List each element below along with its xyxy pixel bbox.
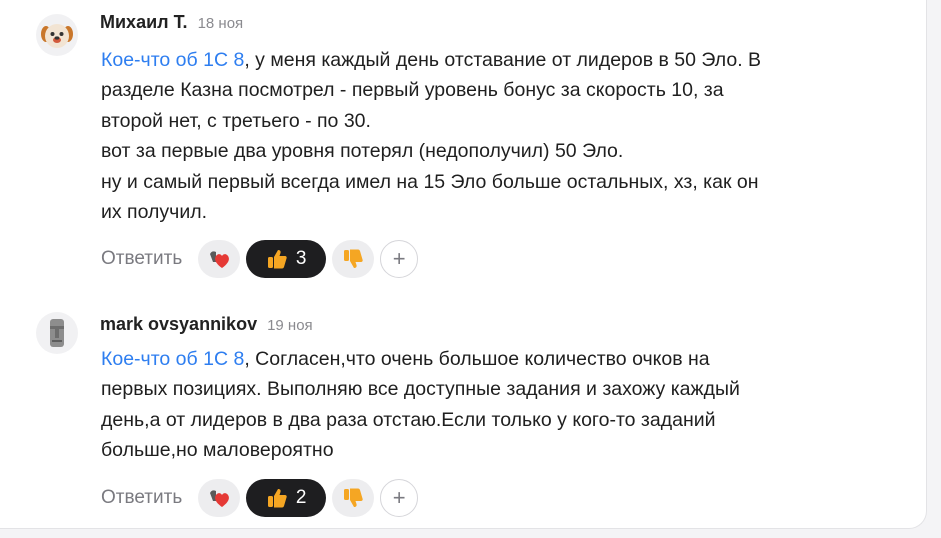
comment-author[interactable]: mark ovsyannikov 19 ноя xyxy=(100,314,313,335)
comment-author[interactable]: Михаил Т. 18 ноя xyxy=(100,12,243,33)
thumbs-up-icon xyxy=(267,250,287,269)
thumbs-down-icon xyxy=(344,488,363,507)
thumbs-down-icon xyxy=(344,249,363,268)
heart-reaction-button[interactable] xyxy=(198,240,241,278)
mention-link[interactable]: Кое-что об 1С 8 xyxy=(101,348,244,370)
like-count: 3 xyxy=(295,248,307,269)
comment-date: 18 ноя xyxy=(197,15,244,32)
heart-reaction-icon xyxy=(210,490,230,507)
reply-button[interactable]: Ответить xyxy=(101,487,182,509)
like-count: 2 xyxy=(295,487,307,508)
comment-text: Кое-что об 1С 8, у меня каждый день отст… xyxy=(101,49,762,224)
dog-avatar-icon xyxy=(41,24,73,48)
comment-text: Кое-что об 1С 8, Согласен,что очень боль… xyxy=(101,348,740,462)
comment-date: 19 ноя xyxy=(267,317,313,334)
user-avatar[interactable] xyxy=(36,312,78,354)
moai-avatar-icon xyxy=(50,319,64,347)
reply-button[interactable]: Ответить xyxy=(101,248,182,270)
like-reaction-button[interactable]: 2 xyxy=(246,479,327,517)
dislike-reaction-button[interactable] xyxy=(332,479,375,517)
like-reaction-button[interactable]: 3 xyxy=(246,240,327,278)
heart-reaction-icon xyxy=(210,251,230,268)
comments-panel: Михаил Т. 18 ноя Кое-что об 1С 8, у меня … xyxy=(0,0,927,529)
dislike-reaction-button[interactable] xyxy=(332,240,375,278)
comment-actions: Ответить 2 + xyxy=(101,479,424,517)
thumbs-up-icon xyxy=(267,489,287,508)
mention-link[interactable]: Кое-что об 1С 8 xyxy=(101,49,244,71)
plus-icon: + xyxy=(392,485,406,510)
add-reaction-button[interactable]: + xyxy=(380,240,419,278)
user-avatar[interactable] xyxy=(36,14,78,56)
add-reaction-button[interactable]: + xyxy=(380,479,419,517)
comment-actions: Ответить 3 + xyxy=(101,240,424,278)
plus-icon: + xyxy=(392,246,406,271)
heart-reaction-button[interactable] xyxy=(198,479,241,517)
